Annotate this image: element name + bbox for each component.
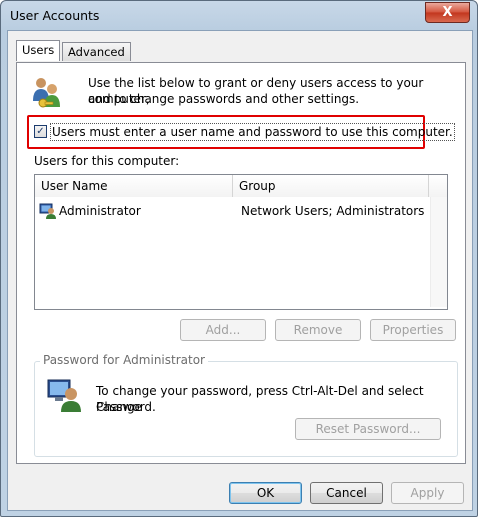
close-icon: X	[442, 5, 453, 20]
add-button[interactable]: Add...	[180, 319, 266, 341]
password-info-line-2: Password.	[96, 400, 156, 414]
apply-button[interactable]: Apply	[391, 482, 464, 504]
column-header-filler	[429, 175, 447, 197]
require-password-label[interactable]: Users must enter a user name and passwor…	[50, 123, 455, 141]
window-title: User Accounts	[10, 8, 100, 23]
users-list-label: Users for this computer:	[34, 154, 180, 168]
column-header-user-name[interactable]: User Name	[35, 175, 233, 197]
row-user-name: Administrator	[59, 204, 141, 218]
intro-line-2: and to change passwords and other settin…	[88, 92, 360, 106]
tab-users-label: Users	[22, 43, 55, 57]
column-header-group[interactable]: Group	[233, 175, 429, 197]
user-icon	[39, 203, 56, 219]
check-mark-icon: ✓	[36, 126, 45, 137]
tab-users[interactable]: Users	[16, 40, 61, 61]
users-list[interactable]: User Name Group Administrator Network Us…	[34, 174, 448, 310]
cancel-button[interactable]: Cancel	[310, 482, 383, 504]
users-tab-panel: Use the list below to grant or deny user…	[16, 62, 466, 464]
table-row[interactable]: Administrator Network Users; Administrat…	[37, 202, 429, 220]
column-header-group-label: Group	[239, 179, 276, 193]
users-icon	[33, 78, 60, 108]
require-password-checkbox[interactable]: ✓	[34, 125, 47, 138]
title-bar[interactable]: User Accounts X	[1, 1, 477, 29]
properties-button[interactable]: Properties	[370, 319, 456, 341]
row-group: Network Users; Administrators	[241, 204, 425, 218]
column-header-user-name-label: User Name	[41, 179, 108, 193]
close-button[interactable]: X	[425, 2, 470, 23]
tab-advanced[interactable]: Advanced	[62, 42, 131, 61]
computer-user-icon	[47, 379, 81, 412]
remove-button[interactable]: Remove	[275, 319, 361, 341]
reset-password-button[interactable]: Reset Password...	[295, 418, 441, 440]
tab-advanced-label: Advanced	[68, 45, 125, 59]
ok-button[interactable]: OK	[229, 482, 302, 504]
list-scrollbar[interactable]	[430, 197, 447, 307]
user-accounts-window: User Accounts X Users Advanced Use the l…	[0, 0, 478, 517]
password-group-title: Password for Administrator	[40, 353, 208, 367]
dialog-client-area: Users Advanced Use the list below to gra…	[7, 30, 473, 511]
